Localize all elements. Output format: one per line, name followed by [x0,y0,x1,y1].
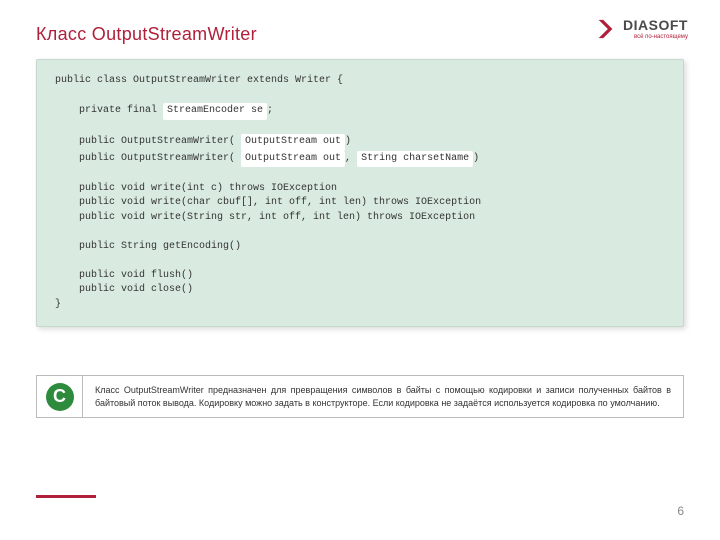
code-line: } [55,299,61,310]
code-line: public OutputStreamWriter( [55,153,241,164]
code-line: public void write(String str, int off, i… [55,212,475,223]
code-text: ; [267,105,273,116]
code-line: public OutputStreamWriter( [55,136,241,147]
logo-name: DIASOFT [623,18,688,32]
code-line: public String getEncoding() [55,241,241,252]
note-box: C Класс OutputStreamWriter предназначен … [36,375,684,418]
code-text: ) [345,136,351,147]
code-highlight: OutputStream out [241,151,345,168]
code-line: public void write(int c) throws IOExcept… [55,183,337,194]
code-highlight: StreamEncoder se [163,103,267,120]
slide-title: Класс OutputStreamWriter [36,24,684,45]
logo-text: DIASOFT всё по-настоящему [623,18,688,40]
brand-logo: DIASOFT всё по-настоящему [595,18,688,40]
code-line: public class OutputStreamWriter extends … [55,75,343,86]
code-line: private final [55,105,163,116]
code-line: public void flush() [55,270,193,281]
code-text: , [345,153,357,164]
note-badge-cell: C [37,376,83,417]
code-line: public void close() [55,284,193,295]
page-number: 6 [677,504,684,518]
slide: Класс OutputStreamWriter DIASOFT всё по-… [0,0,720,540]
code-highlight: String charsetName [357,151,473,168]
code-highlight: OutputStream out [241,134,345,151]
code-block: public class OutputStreamWriter extends … [36,59,684,327]
logo-tagline: всё по-настоящему [623,34,688,40]
note-text: Класс OutputStreamWriter предназначен дл… [83,376,683,417]
footer-accent [36,495,96,498]
logo-icon [595,18,617,40]
code-line: public void write(char cbuf[], int off, … [55,197,481,208]
class-badge-icon: C [46,383,74,411]
code-text: ) [473,153,479,164]
